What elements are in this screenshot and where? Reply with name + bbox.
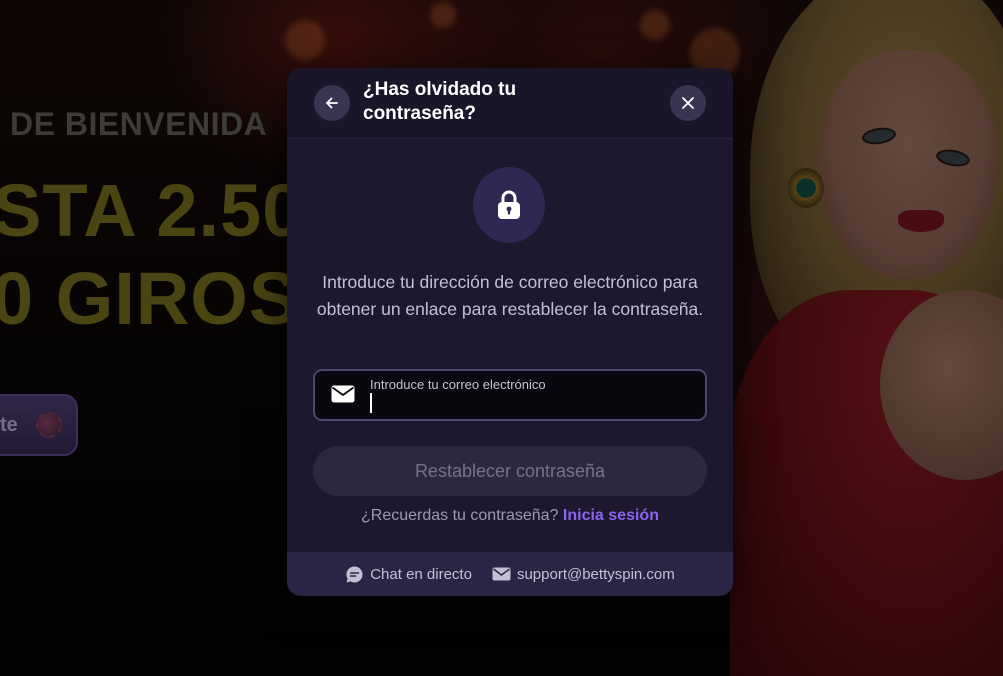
close-icon <box>682 97 694 109</box>
reset-password-button[interactable]: Restablecer contraseña <box>313 446 707 496</box>
text-cursor <box>370 393 372 413</box>
support-email: support@bettyspin.com <box>516 565 675 583</box>
login-link[interactable]: Inicia sesión <box>563 507 659 524</box>
lock-badge <box>473 167 545 243</box>
live-chat-label: Chat en directo <box>370 565 472 583</box>
support-email-link[interactable]: support@bettyspin.com <box>492 566 675 583</box>
arrow-left-icon <box>326 97 338 109</box>
chat-bubble-icon <box>346 565 363 582</box>
live-chat-link[interactable]: Chat en directo <box>345 565 472 584</box>
forgot-password-modal: ¿Has olvidado tu contraseña? Introduce t… <box>287 68 733 596</box>
email-field[interactable]: Introduce tu correo electrónico <box>313 369 707 421</box>
envelope-icon <box>331 385 355 408</box>
back-button[interactable] <box>314 85 350 121</box>
modal-title: ¿Has olvidado tu contraseña? <box>363 79 517 124</box>
modal-description: Introduce tu dirección de correo electró… <box>316 272 704 319</box>
modal-header: ¿Has olvidado tu contraseña? <box>287 68 733 139</box>
close-button[interactable] <box>670 85 706 121</box>
email-input[interactable] <box>369 393 689 415</box>
modal-footer: Chat en directo support@bettyspin.com <box>287 552 733 596</box>
remember-password-text: ¿Recuerdas tu contraseña? <box>361 507 559 524</box>
envelope-icon <box>492 567 511 581</box>
lock-icon <box>498 190 520 219</box>
page: DE BIENVENIDA STA 2.50 0 GIROS te ¿Has o… <box>0 0 1003 676</box>
remember-password-row: ¿Recuerdas tu contraseña? Inicia sesión <box>287 507 733 525</box>
email-field-label: Introduce tu correo electrónico <box>370 377 546 392</box>
